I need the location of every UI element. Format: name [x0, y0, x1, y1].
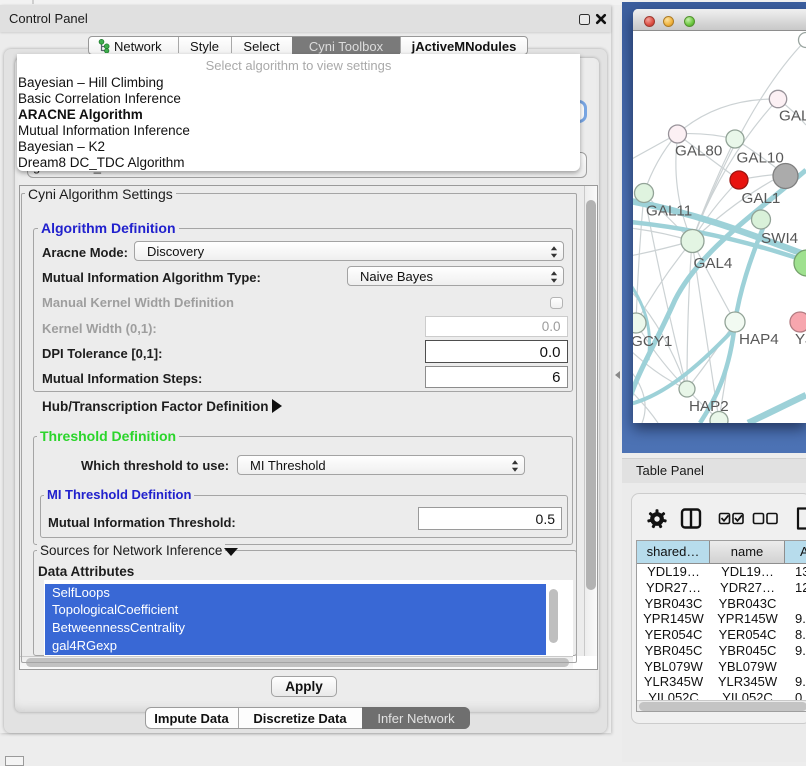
svg-text:HAP4: HAP4	[739, 331, 779, 348]
svg-text:GAL1: GAL1	[742, 190, 781, 207]
svg-text:GCY1: GCY1	[633, 333, 672, 350]
svg-text:GAL4: GAL4	[694, 255, 733, 272]
svg-text:GAL10: GAL10	[737, 149, 784, 166]
svg-text:GAL80: GAL80	[675, 143, 722, 160]
svg-text:SWI4: SWI4	[761, 230, 798, 247]
svg-text:GAL7: GAL7	[779, 108, 806, 125]
svg-text:YJ: YJ	[795, 331, 806, 348]
svg-text:GAL11: GAL11	[646, 203, 692, 220]
svg-text:HAP2: HAP2	[689, 398, 729, 415]
